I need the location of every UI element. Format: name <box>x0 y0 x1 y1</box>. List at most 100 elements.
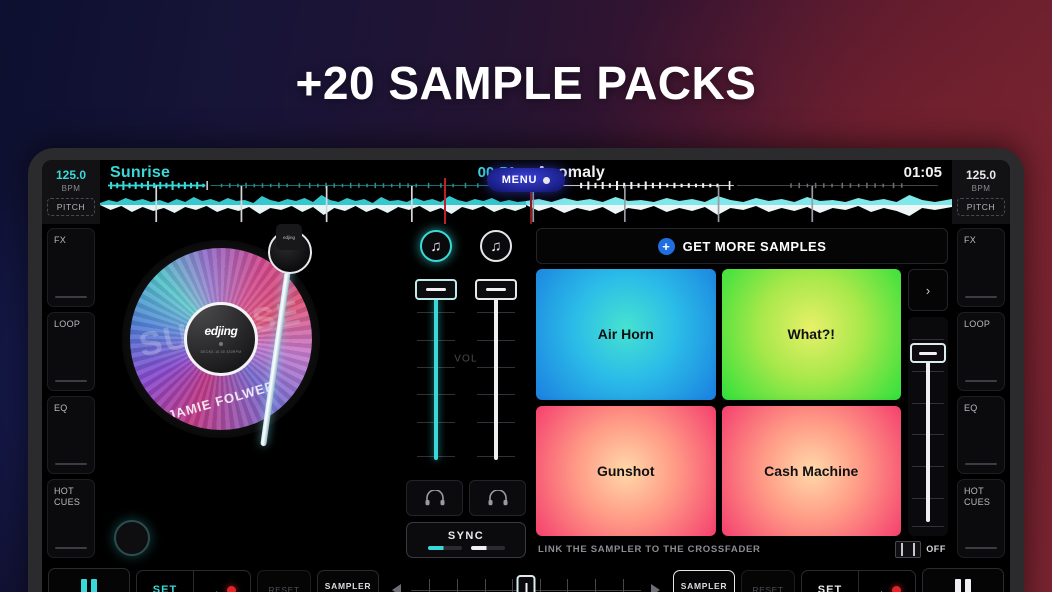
vinyl-artist-text: JAMIE FOLWER <box>166 377 277 424</box>
right-bpm-label: BPM <box>971 184 991 193</box>
right-set-button[interactable]: SET <box>802 571 858 592</box>
left-detail-waveform[interactable] <box>100 186 526 222</box>
headphones-icon-right[interactable] <box>469 480 526 516</box>
sampler-side-controls: › <box>908 269 948 536</box>
left-bpm-value: 125.0 <box>55 168 87 182</box>
right-detail-waveform[interactable] <box>526 186 952 222</box>
page-headline: +20 SAMPLE PACKS <box>295 57 757 109</box>
right-deck-bpm-panel: 125.0 BPM PITCH <box>952 160 1010 224</box>
link-crossfader-label: LINK THE SAMPLER TO THE CROSSFADER <box>538 543 761 555</box>
chevron-right-icon[interactable]: › <box>908 269 948 311</box>
right-volume-fader[interactable] <box>475 271 517 474</box>
add-music-note-icon-right[interactable]: ♫ <box>480 230 512 262</box>
toggle-switch-icon <box>895 540 922 558</box>
left-rail-eq[interactable]: EQ <box>47 395 95 475</box>
left-rail-hot-cues[interactable]: HOT CUES <box>47 479 95 558</box>
get-more-samples-label: GET MORE SAMPLES <box>682 238 827 254</box>
right-pitch-button[interactable]: PITCH <box>956 198 1006 216</box>
add-music-note-icon-left[interactable]: ♫ <box>420 230 452 262</box>
left-sampler-button[interactable]: SAMPLER <box>317 570 379 592</box>
left-sampler-label: SAMPLER <box>324 581 372 592</box>
left-fader-stem <box>434 297 438 460</box>
left-turntable-zone: + − SUNRISE JAMIE FOLWER edjing DECKS 10… <box>100 224 400 562</box>
get-more-samples-button[interactable]: + GET MORE SAMPLES <box>536 228 948 264</box>
left-deck-bpm-panel: 125.0 BPM PITCH <box>42 160 100 224</box>
left-track-title: Sunrise <box>110 164 171 181</box>
right-rail-hot-cues-label: HOT CUES <box>964 486 991 507</box>
left-pitch-button[interactable]: PITCH <box>46 198 96 216</box>
sampler-crossfader-link-row: LINK THE SAMPLER TO THE CROSSFADER OFF <box>536 536 948 562</box>
right-rail-eq[interactable]: EQ <box>957 395 1005 475</box>
left-rail-loop[interactable]: LOOP <box>47 311 95 391</box>
right-rail-fx-label: FX <box>964 235 977 245</box>
sampler-fader-knob[interactable] <box>910 343 946 363</box>
sync-label: SYNC <box>447 530 485 542</box>
triangle-left-icon[interactable] <box>392 584 401 592</box>
link-crossfader-toggle[interactable]: OFF <box>895 540 946 558</box>
sampler-volume-fader[interactable] <box>908 317 948 536</box>
sync-button[interactable]: SYNC <box>406 522 526 558</box>
left-record-button[interactable]: → <box>194 571 250 592</box>
crossfader-knob[interactable] <box>516 575 536 592</box>
right-rail-fx-bar <box>965 295 997 298</box>
left-rail-fx[interactable]: FX <box>47 228 95 307</box>
right-rail-loop-label: LOOP <box>964 318 991 329</box>
tablet-device-frame: 125.0 BPM PITCH Sunrise 00:51 <box>28 148 1024 592</box>
load-track-row: ♫ ♫ <box>406 230 526 262</box>
left-rail-eq-bar <box>55 463 87 466</box>
center-mixer: ♫ ♫ VOL SYNC <box>400 224 532 562</box>
top-waveform-bar: 125.0 BPM PITCH Sunrise 00:51 <box>42 160 1010 224</box>
left-rail-hot-cues-label: HOT CUES <box>54 486 81 507</box>
app-screen: 125.0 BPM PITCH Sunrise 00:51 <box>42 160 1010 592</box>
left-deck-waveform[interactable]: Sunrise 00:51 <box>100 160 526 224</box>
left-fader-knob[interactable] <box>415 279 457 300</box>
pause-icon-left-b <box>91 579 97 592</box>
pause-icon-left-a <box>81 579 87 592</box>
crossfader[interactable] <box>385 575 667 592</box>
right-rail-hot-cues[interactable]: HOT CUES <box>957 479 1005 558</box>
bottom-transport-bar: SET → RESET SAMPLER SAMPLER RESET SET → <box>42 562 1010 592</box>
cue-knob[interactable] <box>114 520 150 556</box>
sample-pad-gunshot[interactable]: Gunshot <box>536 405 716 536</box>
right-rail-fx[interactable]: FX <box>957 228 1005 307</box>
right-rail-hot-cues-bar <box>965 547 997 549</box>
crossfader-track[interactable] <box>411 575 641 592</box>
sampler-fader-stem <box>926 359 930 522</box>
left-rail-hot-cues-bar <box>55 547 87 549</box>
arrow-right-icon-right: → <box>873 582 886 592</box>
record-dot-icon-right <box>892 585 901 592</box>
right-sampler-button[interactable]: SAMPLER <box>673 570 735 592</box>
left-rail: FX LOOP EQ HOT CUES <box>42 224 100 562</box>
left-play-pause-button[interactable] <box>48 568 130 592</box>
right-fader-knob[interactable] <box>475 279 517 300</box>
headphones-icon-left[interactable] <box>406 480 463 516</box>
sample-pad-what[interactable]: What?! <box>721 269 901 400</box>
left-set-button[interactable]: SET <box>137 571 193 592</box>
sample-pad-air-horn[interactable]: Air Horn <box>536 269 716 400</box>
right-set-record-group: SET → <box>801 570 916 592</box>
right-track-time: 01:05 <box>903 164 942 181</box>
menu-button[interactable]: MENU <box>487 168 565 192</box>
right-sampler-label: SAMPLER <box>680 581 728 592</box>
right-play-pause-button[interactable] <box>922 568 1004 592</box>
left-rail-fx-label: FX <box>54 235 67 245</box>
pad-area: Air Horn What?! Gunshot Cash Machine › <box>536 269 948 536</box>
vinyl-sub-text: DECKS 10.00 330RPM <box>200 350 242 354</box>
right-rail-eq-bar <box>965 463 997 466</box>
plus-circle-icon: + <box>657 237 675 255</box>
sample-pad-cash-machine[interactable]: Cash Machine <box>721 405 901 536</box>
right-rail-loop[interactable]: LOOP <box>957 311 1005 391</box>
arrow-right-icon-left: → <box>208 582 221 592</box>
triangle-right-icon[interactable] <box>651 584 660 592</box>
headphone-cue-row <box>406 480 526 516</box>
menu-label: MENU <box>501 174 538 186</box>
left-rail-fx-bar <box>55 295 87 298</box>
pause-icon-right-a <box>955 579 961 592</box>
right-deck-waveform[interactable]: Anomaly 01:05 <box>526 160 952 224</box>
left-rail-loop-bar <box>55 379 87 382</box>
left-volume-fader[interactable] <box>415 271 457 474</box>
right-record-button[interactable]: → <box>859 571 915 592</box>
right-bpm-value: 125.0 <box>965 168 997 182</box>
right-reset-button[interactable]: RESET <box>741 570 795 592</box>
left-reset-button[interactable]: RESET <box>257 570 311 592</box>
